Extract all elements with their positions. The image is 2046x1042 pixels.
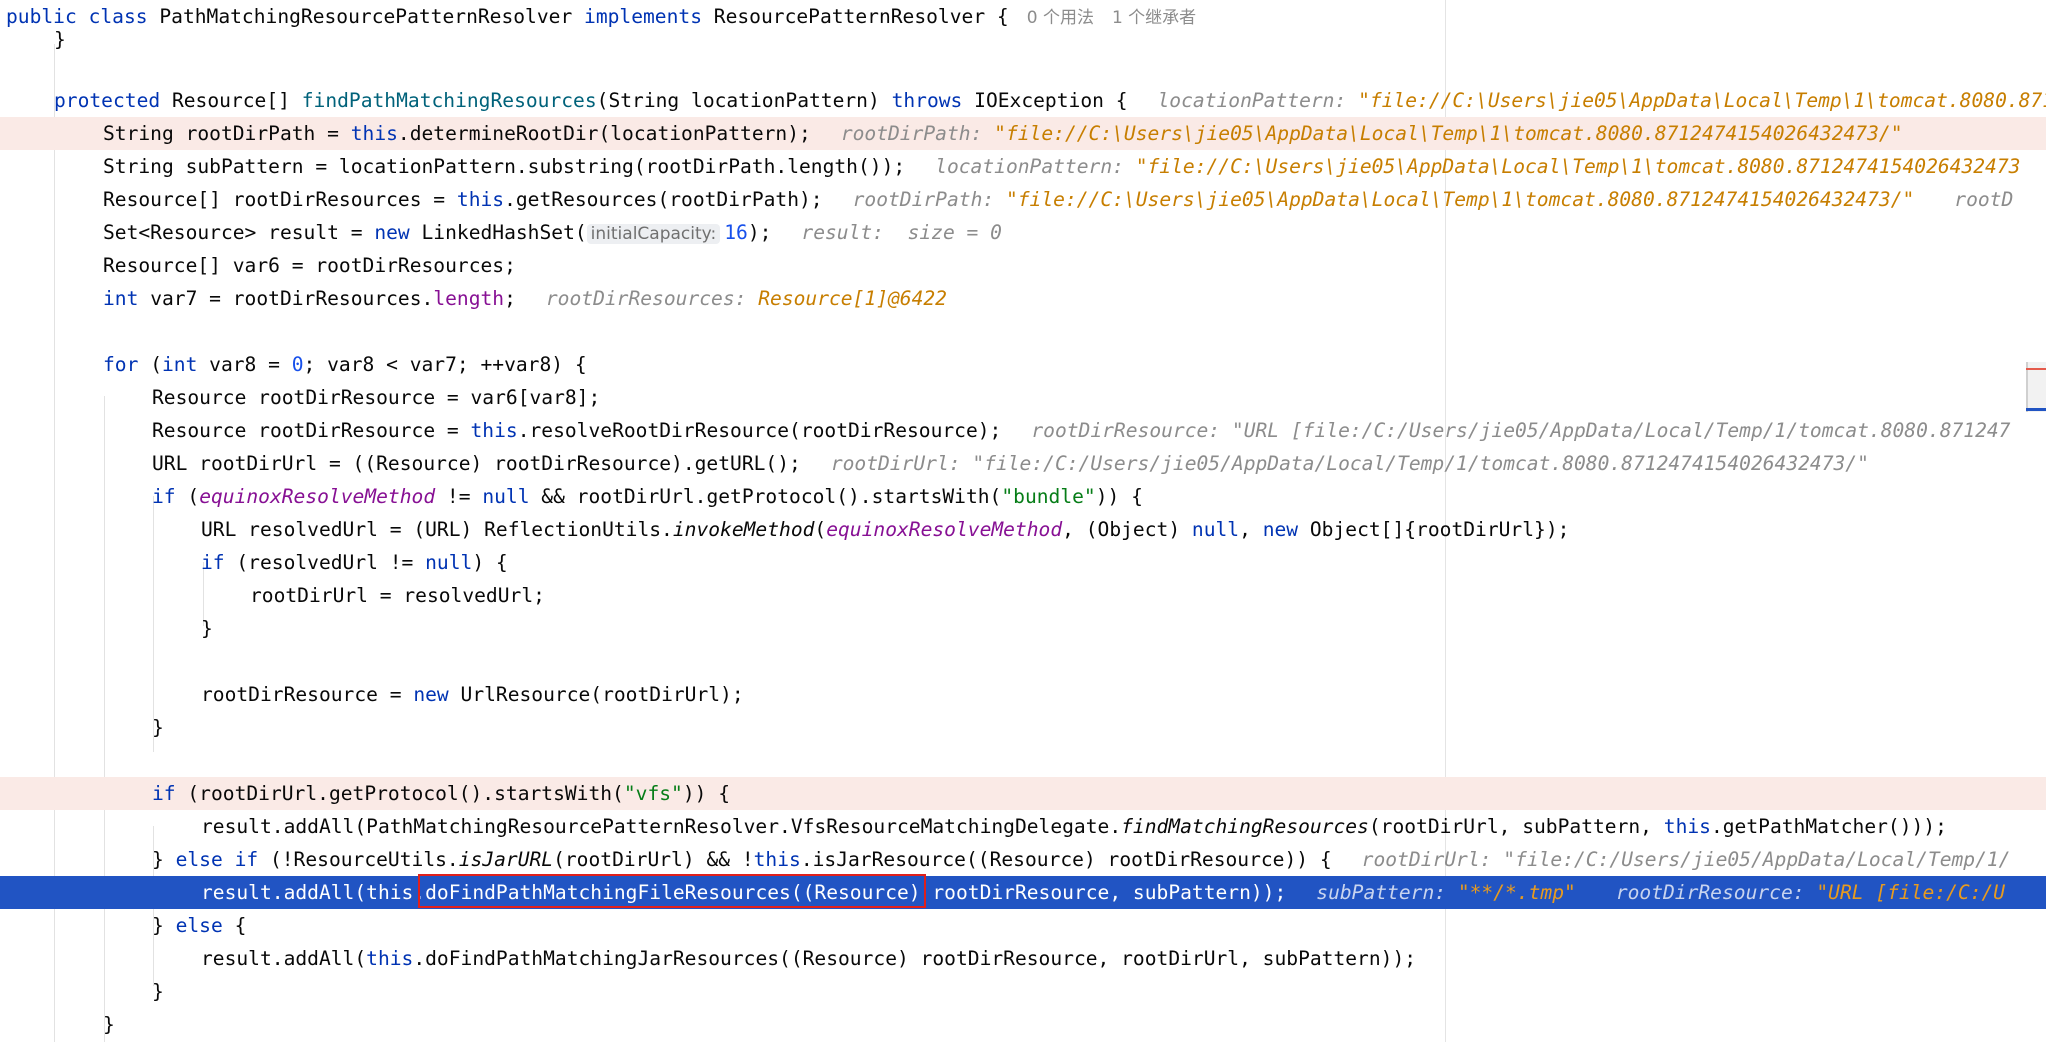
error-stripe-marker[interactable] bbox=[2026, 368, 2046, 370]
code-line-breakpoint[interactable]: if (rootDirUrl.getProtocol().startsWith(… bbox=[0, 777, 2046, 810]
code-line[interactable]: rootDirUrl = resolvedUrl; bbox=[0, 579, 2046, 612]
highlight-box bbox=[418, 874, 926, 908]
code-line[interactable]: } else if (!ResourceUtils.isJarURL(rootD… bbox=[0, 843, 2046, 876]
code-line[interactable]: } else { bbox=[0, 909, 2046, 942]
debug-value: "file://C:\Users\jie05\AppData\Local\Tem… bbox=[1358, 89, 2046, 112]
debug-key: rootD bbox=[1954, 188, 2014, 211]
code-line[interactable]: result.addAll(PathMatchingResourcePatter… bbox=[0, 810, 2046, 843]
debug-key: rootDirResources: bbox=[545, 287, 747, 310]
code-line[interactable]: if (equinoxResolveMethod != null && root… bbox=[0, 480, 2046, 513]
parameter-hint: initialCapacity: bbox=[586, 224, 721, 244]
debug-value: "file://C:\Users\jie05\AppData\Local\Tem… bbox=[994, 122, 1903, 145]
code-line[interactable]: rootDirResource = new UrlResource(rootDi… bbox=[0, 678, 2046, 711]
code-line-for-loop[interactable]: for (int var8 = 0; var8 < var7; ++var8) … bbox=[0, 348, 2046, 381]
code-line[interactable]: } bbox=[0, 612, 2046, 645]
debug-key: rootDirUrl: bbox=[1361, 848, 1492, 871]
code-line-current-execution[interactable]: result.addAll(this.doFindPathMatchingFil… bbox=[0, 876, 2046, 909]
code-line[interactable]: Resource rootDirResource = var6[var8]; bbox=[0, 381, 2046, 414]
debug-value: "URL [file:/C:/Users/jie05/AppData/Local… bbox=[1231, 419, 2011, 442]
code-line[interactable]: Resource[] rootDirResources = this.getRe… bbox=[0, 183, 2046, 216]
debug-value: "file:/C:/Users/jie05/AppData/Local/Temp… bbox=[972, 452, 1869, 475]
debug-key: locationPattern: bbox=[1157, 89, 1347, 112]
debug-value: "file://C:\Users\jie05\AppData\Local\Tem… bbox=[1005, 188, 1915, 211]
code-line[interactable]: } bbox=[0, 23, 2046, 56]
debug-key: locationPattern: bbox=[935, 155, 1124, 178]
code-line[interactable]: } bbox=[0, 975, 2046, 1008]
debug-key: rootDirResource: bbox=[1615, 881, 1805, 904]
code-line[interactable]: Set<Resource> result = new LinkedHashSet… bbox=[0, 216, 2046, 249]
code-line[interactable]: int var7 = rootDirResources.length; rootD… bbox=[0, 282, 2046, 315]
code-line[interactable]: URL resolvedUrl = (URL) ReflectionUtils.… bbox=[0, 513, 2046, 546]
code-line-method-signature[interactable]: protected Resource[] findPathMatchingRes… bbox=[0, 84, 2046, 117]
debug-value: Resource[1]@6422 bbox=[758, 287, 947, 310]
debug-key: result: bbox=[801, 221, 884, 244]
code-line[interactable]: Resource[] var6 = rootDirResources; bbox=[0, 249, 2046, 282]
code-line[interactable]: } bbox=[0, 711, 2046, 744]
debug-key: rootDirPath: bbox=[852, 188, 995, 211]
debug-key: rootDirUrl: bbox=[830, 452, 961, 475]
code-line-breakpoint[interactable]: String rootDirPath = this.determineRootD… bbox=[0, 117, 2046, 150]
debug-value: size = 0 bbox=[907, 221, 1002, 244]
code-line[interactable]: Resource rootDirResource = this.resolveR… bbox=[0, 414, 2046, 447]
debug-key: rootDirPath: bbox=[840, 122, 983, 145]
code-line[interactable]: result.addAll(this.doFindPathMatchingJar… bbox=[0, 942, 2046, 975]
debug-key: rootDirResource: bbox=[1031, 419, 1221, 442]
code-line[interactable]: URL rootDirUrl = ((Resource) rootDirReso… bbox=[0, 447, 2046, 480]
debug-value: "**/*.tmp" bbox=[1457, 881, 1576, 904]
debug-value: "file://C:\Users\jie05\AppData\Local\Tem… bbox=[1135, 155, 2021, 178]
debug-value: "URL [file:/C:/U bbox=[1816, 881, 2006, 904]
debug-value: "file:/C:/Users/jie05/AppData/Local/Temp… bbox=[1503, 848, 2011, 871]
code-line[interactable]: if (resolvedUrl != null) { bbox=[0, 546, 2046, 579]
code-line[interactable]: } bbox=[0, 1008, 2046, 1041]
code-editor[interactable]: public class PathMatchingResourcePattern… bbox=[0, 0, 2046, 1042]
code-line[interactable]: String subPattern = locationPattern.subs… bbox=[0, 150, 2046, 183]
debug-key: subPattern: bbox=[1316, 881, 1447, 904]
execution-stripe-marker[interactable] bbox=[2026, 408, 2046, 411]
